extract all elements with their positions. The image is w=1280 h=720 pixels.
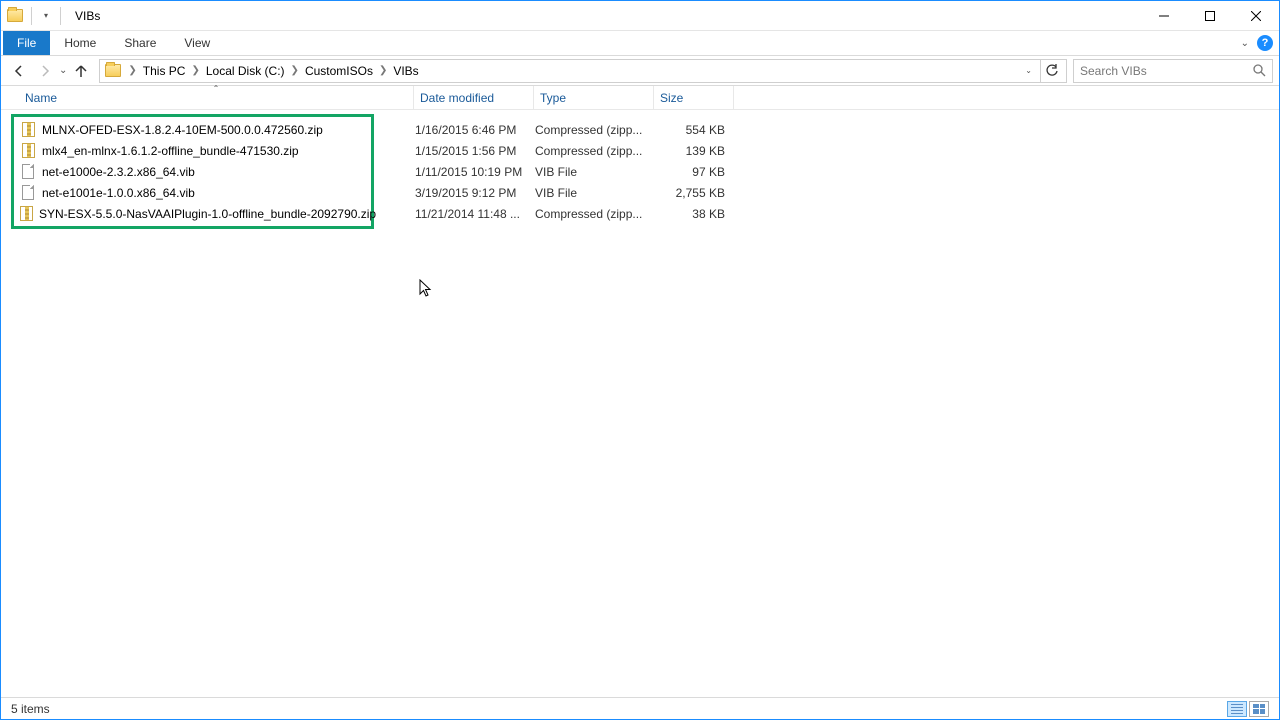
tab-view[interactable]: View	[170, 31, 224, 55]
search-input[interactable]	[1080, 64, 1253, 78]
column-name[interactable]: Name ⌃	[19, 86, 414, 109]
file-name: net-e1000e-2.3.2.x86_64.vib	[42, 165, 195, 179]
expand-ribbon-icon[interactable]: ⌄	[1241, 38, 1249, 49]
column-name-label: Name	[25, 91, 57, 105]
chevron-right-icon[interactable]: ❯	[124, 65, 140, 76]
file-type: VIB File	[535, 165, 655, 179]
file-row[interactable]: net-e1000e-2.3.2.x86_64.vib	[14, 161, 371, 182]
column-date[interactable]: Date modified	[414, 86, 534, 109]
address-bar[interactable]: ❯ This PC ❯ Local Disk (C:) ❯ CustomISOs…	[99, 59, 1067, 83]
large-icons-view-icon	[1253, 704, 1265, 714]
file-meta-row: 1/16/2015 6:46 PMCompressed (zipp...554 …	[415, 119, 733, 140]
breadcrumb-this-pc[interactable]: This PC	[141, 62, 188, 80]
folder-icon	[7, 8, 23, 24]
qat-separator	[60, 7, 61, 25]
file-meta-row: 3/19/2015 9:12 PMVIB File2,755 KB	[415, 182, 733, 203]
zip-file-icon	[20, 143, 36, 159]
search-box[interactable]	[1073, 59, 1273, 83]
file-size: 554 KB	[655, 123, 733, 137]
close-button[interactable]	[1233, 1, 1279, 31]
cursor-icon	[419, 279, 433, 299]
sort-ascending-icon: ⌃	[213, 84, 220, 93]
file-size: 2,755 KB	[655, 186, 733, 200]
file-name: MLNX-OFED-ESX-1.8.2.4-10EM-500.0.0.47256…	[42, 123, 323, 137]
tab-share[interactable]: Share	[110, 31, 170, 55]
status-count: 5 items	[11, 702, 50, 716]
column-headers: Name ⌃ Date modified Type Size	[1, 86, 1279, 110]
file-type: VIB File	[535, 186, 655, 200]
window-controls	[1141, 1, 1279, 31]
generic-file-icon	[20, 185, 36, 201]
file-row[interactable]: MLNX-OFED-ESX-1.8.2.4-10EM-500.0.0.47256…	[14, 119, 371, 140]
recent-locations-dropdown[interactable]: ⌄	[59, 65, 67, 76]
file-meta-columns: 1/16/2015 6:46 PMCompressed (zipp...554 …	[415, 119, 733, 224]
help-icon[interactable]: ?	[1257, 35, 1273, 51]
file-list[interactable]: MLNX-OFED-ESX-1.8.2.4-10EM-500.0.0.47256…	[1, 110, 1279, 118]
back-button[interactable]	[7, 59, 31, 83]
breadcrumb-local-disk[interactable]: Local Disk (C:)	[204, 62, 287, 80]
file-meta-row: 1/11/2015 10:19 PMVIB File97 KB	[415, 161, 733, 182]
qat-dropdown[interactable]: ▾	[40, 11, 52, 20]
forward-button[interactable]	[33, 59, 57, 83]
maximize-button[interactable]	[1187, 1, 1233, 31]
refresh-button[interactable]	[1040, 60, 1062, 82]
highlighted-file-group: MLNX-OFED-ESX-1.8.2.4-10EM-500.0.0.47256…	[11, 114, 374, 229]
column-size[interactable]: Size	[654, 86, 734, 109]
file-row[interactable]: net-e1001e-1.0.0.x86_64.vib	[14, 182, 371, 203]
column-type[interactable]: Type	[534, 86, 654, 109]
details-view-button[interactable]	[1227, 701, 1247, 717]
titlebar: ▾ VIBs	[1, 1, 1279, 31]
tab-file[interactable]: File	[3, 31, 50, 55]
file-date: 11/21/2014 11:48 ...	[415, 207, 535, 221]
file-date: 1/15/2015 1:56 PM	[415, 144, 535, 158]
zip-file-icon	[20, 206, 33, 222]
folder-icon	[104, 62, 122, 80]
file-meta-row: 11/21/2014 11:48 ...Compressed (zipp...3…	[415, 203, 733, 224]
chevron-right-icon[interactable]: ❯	[187, 65, 203, 76]
file-date: 3/19/2015 9:12 PM	[415, 186, 535, 200]
window-title: VIBs	[75, 9, 100, 23]
file-row[interactable]: SYN-ESX-5.5.0-NasVAAIPlugin-1.0-offline_…	[14, 203, 371, 224]
ribbon-tabs: File Home Share View ⌄ ?	[1, 31, 1279, 56]
file-meta-row: 1/15/2015 1:56 PMCompressed (zipp...139 …	[415, 140, 733, 161]
chevron-right-icon[interactable]: ❯	[375, 65, 391, 76]
file-size: 38 KB	[655, 207, 733, 221]
status-bar: 5 items	[1, 697, 1279, 719]
generic-file-icon	[20, 164, 36, 180]
file-type: Compressed (zipp...	[535, 123, 655, 137]
file-date: 1/11/2015 10:19 PM	[415, 165, 535, 179]
minimize-button[interactable]	[1141, 1, 1187, 31]
quick-access-toolbar: ▾ VIBs	[1, 7, 100, 25]
search-icon[interactable]	[1253, 64, 1266, 77]
tab-home[interactable]: Home	[50, 31, 110, 55]
file-type: Compressed (zipp...	[535, 144, 655, 158]
breadcrumb-vibs[interactable]: VIBs	[391, 62, 420, 80]
details-view-icon	[1231, 704, 1243, 714]
address-dropdown[interactable]: ⌄	[1021, 66, 1036, 75]
file-name: SYN-ESX-5.5.0-NasVAAIPlugin-1.0-offline_…	[39, 207, 376, 221]
qat-separator	[31, 7, 32, 25]
zip-file-icon	[20, 122, 36, 138]
chevron-right-icon[interactable]: ❯	[287, 65, 303, 76]
file-size: 97 KB	[655, 165, 733, 179]
navigation-bar: ⌄ ❯ This PC ❯ Local Disk (C:) ❯ CustomIS…	[1, 56, 1279, 86]
file-size: 139 KB	[655, 144, 733, 158]
file-name: net-e1001e-1.0.0.x86_64.vib	[42, 186, 195, 200]
file-row[interactable]: mlx4_en-mlnx-1.6.1.2-offline_bundle-4715…	[14, 140, 371, 161]
large-icons-view-button[interactable]	[1249, 701, 1269, 717]
file-type: Compressed (zipp...	[535, 207, 655, 221]
file-date: 1/16/2015 6:46 PM	[415, 123, 535, 137]
file-name: mlx4_en-mlnx-1.6.1.2-offline_bundle-4715…	[42, 144, 299, 158]
breadcrumb-customisos[interactable]: CustomISOs	[303, 62, 375, 80]
up-button[interactable]	[69, 59, 93, 83]
